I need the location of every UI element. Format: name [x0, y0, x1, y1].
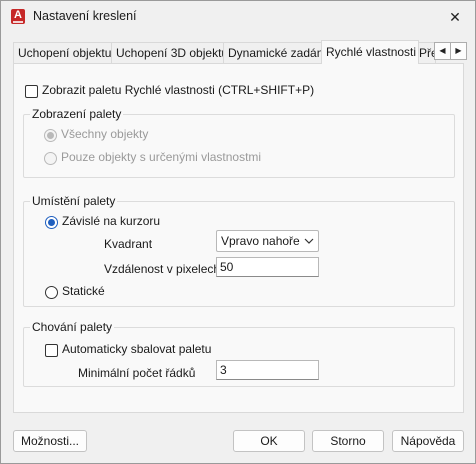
cancel-button[interactable]: Storno	[312, 430, 384, 452]
all-objects-radio[interactable]	[44, 129, 57, 142]
distance-field[interactable]: 50	[216, 257, 319, 277]
drawing-settings-dialog: A Nastavení kreslení ✕ Uchopení objektu …	[0, 0, 476, 464]
options-button[interactable]: Možnosti...	[13, 430, 87, 452]
quadrant-dropdown[interactable]: Vpravo nahoře	[216, 230, 319, 252]
quick-properties-panel: Zobrazit paletu Rychlé vlastnosti (CTRL+…	[13, 63, 464, 413]
static-radio[interactable]	[45, 286, 58, 299]
tab-scroll-left-icon[interactable]: ◀	[434, 42, 451, 60]
cursor-dependent-radio[interactable]	[45, 216, 58, 229]
tab-quick-properties[interactable]: Rychlé vlastnosti	[321, 40, 419, 64]
palette-behavior-title: Chování palety	[30, 320, 115, 334]
specified-objects-label: Pouze objekty s určenými vlastnostmi	[61, 150, 262, 164]
palette-display-title: Zobrazení palety	[30, 107, 124, 121]
autocad-app-icon: A	[11, 9, 25, 24]
auto-collapse-checkbox[interactable]	[45, 344, 58, 357]
tab-scroll-right-icon[interactable]: ▶	[450, 42, 467, 60]
quadrant-value: Vpravo nahoře	[221, 234, 300, 248]
min-rows-label: Minimální počet řádků	[78, 366, 196, 380]
show-palette-label: Zobrazit paletu Rychlé vlastnosti (CTRL+…	[42, 83, 315, 97]
distance-label: Vzdálenost v pixelech	[104, 262, 221, 276]
min-rows-field[interactable]: 3	[216, 360, 319, 380]
min-rows-value: 3	[220, 363, 227, 377]
tab-dynamic-input[interactable]: Dynamické zadání	[223, 42, 325, 63]
close-icon[interactable]: ✕	[445, 7, 465, 27]
all-objects-label: Všechny objekty	[61, 127, 149, 141]
tab-object-snap[interactable]: Uchopení objektu	[13, 42, 115, 63]
quadrant-label: Kvadrant	[104, 237, 153, 251]
specified-objects-radio[interactable]	[44, 152, 57, 165]
title-bar: A Nastavení kreslení ✕	[1, 1, 475, 33]
tab-strip: Uchopení objektu Uchopení 3D objektů Dyn…	[13, 40, 467, 64]
palette-location-title: Umístění palety	[30, 194, 118, 208]
cursor-dependent-label: Závislé na kurzoru	[62, 214, 161, 228]
window-title: Nastavení kreslení	[33, 9, 137, 23]
auto-collapse-label: Automaticky sbalovat paletu	[62, 342, 212, 356]
chevron-down-icon	[304, 232, 314, 253]
static-label: Statické	[62, 284, 105, 298]
distance-value: 50	[220, 260, 234, 274]
tab-3d-object-snap[interactable]: Uchopení 3D objektů	[111, 42, 227, 63]
palette-location-group: Umístění palety Závislé na kurzoru Kvadr…	[23, 194, 455, 307]
show-palette-checkbox[interactable]	[25, 85, 38, 98]
ok-button[interactable]: OK	[233, 430, 305, 452]
help-button[interactable]: Nápověda	[392, 430, 464, 452]
palette-behavior-group: Chování palety Automaticky sbalovat pale…	[23, 320, 455, 387]
palette-display-group: Zobrazení palety Všechny objekty Pouze o…	[23, 107, 455, 178]
